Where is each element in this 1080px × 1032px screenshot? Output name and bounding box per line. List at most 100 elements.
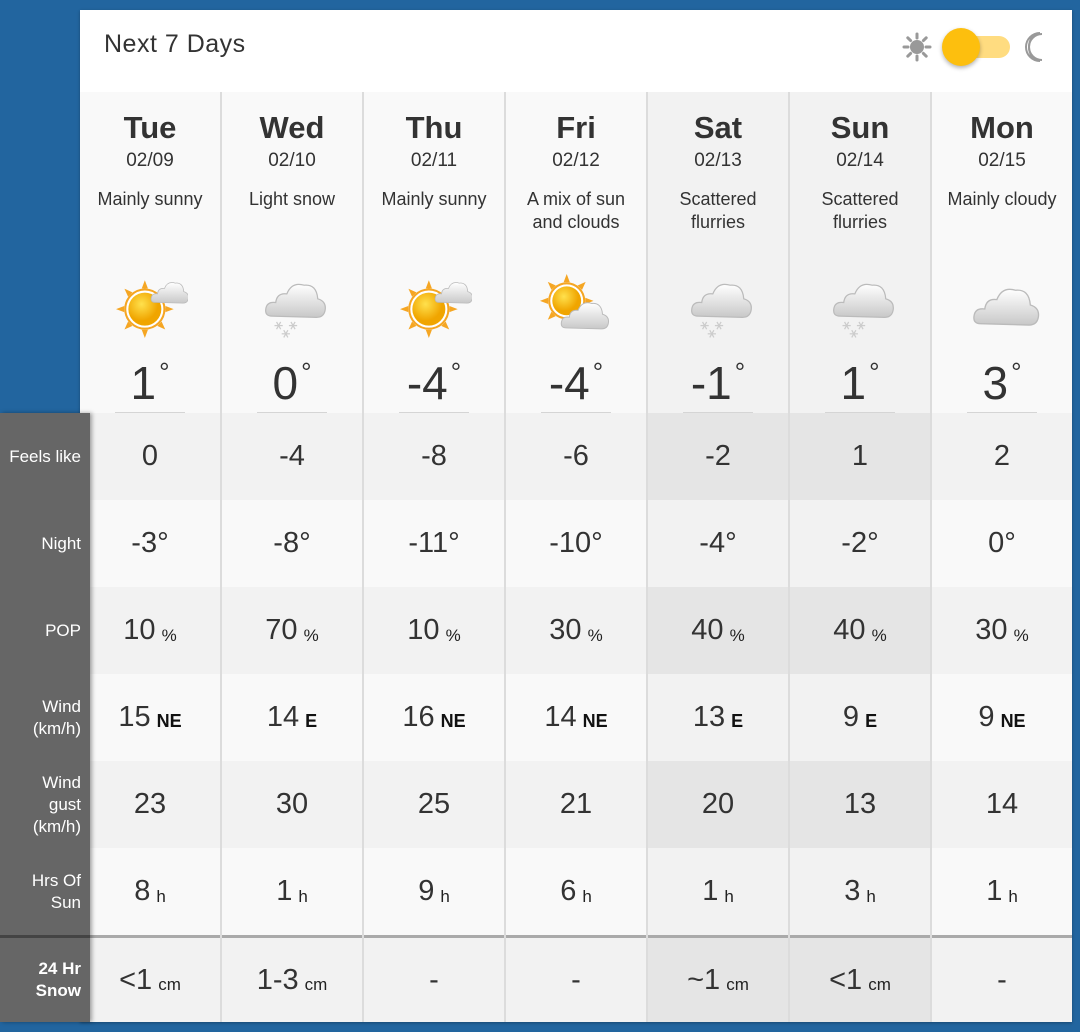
day-high-temp: 1 °	[790, 356, 930, 410]
snow-value: ~1	[687, 963, 721, 996]
wind-gust-value: 25	[417, 788, 451, 820]
degree-symbol: °	[869, 357, 880, 387]
hrs-sun-cell: 9h	[364, 848, 504, 935]
night-cell: -11 °	[364, 500, 504, 587]
hrs-sun-value: 6	[560, 875, 577, 907]
feels-like-value: 2	[993, 440, 1011, 472]
label-hrs-sun: Hrs Of Sun	[31, 870, 81, 912]
day-detail-rows: -2 -4 ° 40% 13 E 20 1h ~1 cm	[648, 413, 788, 1022]
hrs-sun-unit: h	[156, 886, 166, 906]
night-value: -3	[131, 527, 158, 559]
toggle-knob[interactable]	[942, 28, 980, 66]
hrs-sun-value: 1	[276, 875, 293, 907]
hrs-sun-unit: h	[582, 886, 592, 906]
wind-gust-cell: 20	[648, 761, 788, 848]
wind-cell: 14 E	[222, 674, 362, 761]
sun-cloud-icon	[116, 280, 188, 338]
hrs-sun-cell: 1h	[648, 848, 788, 935]
snow-unit: cm	[304, 975, 328, 994]
day-name: Tue	[123, 110, 177, 145]
day-detail-rows: 1 -2 ° 40% 9E 13 3h <1 cm	[790, 413, 930, 1022]
degree-symbol: °	[1004, 527, 1016, 559]
day-condition: A mix of sun and clouds	[526, 189, 626, 232]
high-temp-value: 0	[272, 357, 299, 409]
night-cell: -3 °	[80, 500, 220, 587]
day-name: Fri	[556, 110, 596, 145]
night-value: -8	[273, 527, 300, 559]
day-condition: Mainly cloudy	[947, 189, 1057, 209]
pop-cell: 40%	[790, 587, 930, 674]
hrs-sun-cell: 6h	[506, 848, 646, 935]
degree-symbol: °	[450, 357, 462, 387]
feels-like-value: -8	[421, 440, 447, 472]
wind-cell: 9E	[790, 674, 930, 761]
high-temp-value: 1	[840, 357, 867, 409]
hrs-sun-unit: h	[866, 886, 876, 906]
night-value: -11	[408, 527, 449, 559]
cloud-snow-icon	[833, 283, 894, 338]
wind-value: 9	[842, 701, 860, 733]
day-name: Wed	[259, 110, 325, 145]
label-wind: Wind (km/h)	[32, 696, 81, 738]
feels-like-value: -2	[705, 440, 731, 472]
wind-cell: 13 E	[648, 674, 788, 761]
hrs-sun-cell: 3h	[790, 848, 930, 935]
high-temp-value: 1	[130, 357, 157, 409]
day-name: Sun	[830, 110, 890, 145]
pop-unit: %	[871, 625, 887, 645]
hrs-sun-value: 1	[702, 875, 719, 907]
degree-symbol: °	[301, 357, 312, 387]
day-high-temp: 0 °	[222, 356, 362, 410]
wind-gust-cell: 13	[790, 761, 930, 848]
wind-value: 14	[266, 701, 300, 733]
pop-value: 30	[975, 614, 1008, 646]
theme-toggle[interactable]	[902, 28, 1052, 66]
night-value: -10	[549, 527, 592, 559]
degree-symbol: °	[867, 527, 879, 559]
wind-gust-value: 23	[133, 788, 167, 820]
hrs-sun-cell: 1h	[932, 848, 1072, 935]
wind-direction: NE	[1000, 711, 1026, 731]
wind-value: 9	[978, 701, 995, 733]
row-labels: Feels like Night POP Wind (km/h) Wind gu…	[0, 413, 90, 1022]
label-wind-gust: Wind gust (km/h)	[32, 772, 81, 836]
wind-cell: 9 NE	[932, 674, 1072, 761]
wind-gust-cell: 14	[932, 761, 1072, 848]
label-night: Night	[41, 533, 81, 553]
feels-like-cell: -6	[506, 413, 646, 500]
day-date: 02/12	[552, 150, 600, 171]
day-date: 02/09	[126, 150, 174, 171]
day-column-sun: Sun 02/14 Scattered flurries 1 ° 1 -2 ° 40…	[790, 92, 932, 1022]
day-column-mon: Mon 02/15 Mainly cloudy 3 ° 2 0 ° 30% 9 NE …	[932, 92, 1072, 1022]
degree-symbol: °	[159, 357, 170, 387]
day-high-temp: -1 °	[648, 356, 788, 410]
day-column-wed: Wed 02/10 Light snow 0 ° -4 -8 ° 70% 14 E 3…	[222, 92, 364, 1022]
pop-cell: 40%	[648, 587, 788, 674]
wind-cell: 15 NE	[80, 674, 220, 761]
pop-unit: %	[587, 625, 603, 645]
forecast-header: Next 7 Days	[80, 10, 1072, 92]
degree-symbol: °	[157, 527, 169, 559]
pop-unit: %	[445, 625, 461, 645]
forecast-card: Next 7 Days Tue 02/09 Mainly sunny 1 ° 0…	[80, 10, 1072, 1022]
feels-like-cell: -4	[222, 413, 362, 500]
day-name: Thu	[405, 110, 463, 145]
pop-unit: %	[161, 625, 177, 645]
snow-unit: cm	[726, 975, 749, 994]
wind-direction: NE	[156, 711, 182, 731]
hrs-sun-unit: h	[724, 886, 734, 906]
wind-direction: E	[305, 711, 318, 731]
day-column-tue: Tue 02/09 Mainly sunny 1 ° 0 -3 ° 10% 15 NE…	[80, 92, 222, 1022]
wind-gust-value: 14	[985, 788, 1019, 820]
day-column-fri: Fri 02/12 A mix of sun and clouds -4 ° -6…	[506, 92, 648, 1022]
pop-value: 10	[407, 614, 440, 646]
hrs-sun-value: 9	[418, 875, 435, 907]
day-high-temp: -4 °	[506, 356, 646, 410]
high-temp-value: 3	[982, 357, 1009, 409]
degree-symbol: °	[725, 527, 737, 559]
hrs-sun-unit: h	[1008, 886, 1018, 906]
pop-value: 70	[265, 614, 298, 646]
snow-cell: ~1 cm	[648, 935, 788, 1022]
label-24hr-snow: 24 Hr Snow	[0, 935, 90, 1022]
snow-value: -	[429, 963, 439, 996]
